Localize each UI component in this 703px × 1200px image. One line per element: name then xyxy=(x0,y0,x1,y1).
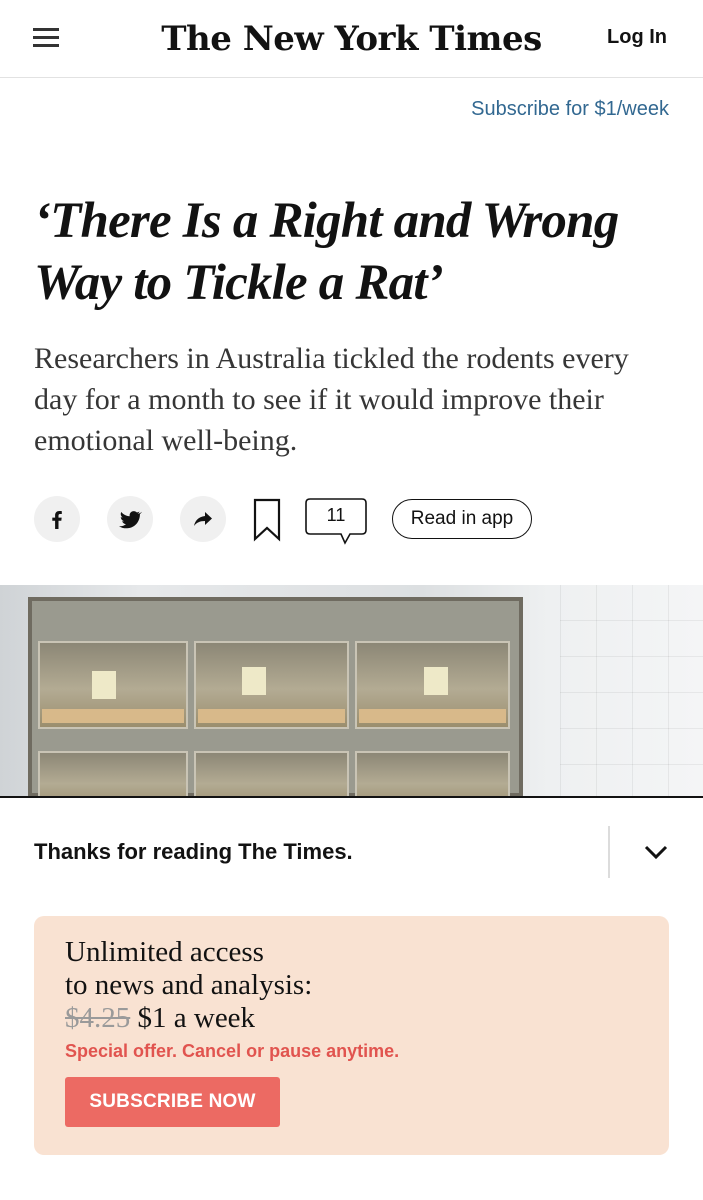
subscription-offer-card: Unlimited access to news and analysis: $… xyxy=(34,916,669,1155)
top-bar: The New York Times Log In xyxy=(0,0,703,78)
facebook-icon xyxy=(52,511,62,529)
twitter-icon xyxy=(119,511,142,529)
divider xyxy=(0,796,703,798)
nyt-logo[interactable]: The New York Times xyxy=(150,14,553,64)
article-headline: ‘There Is a Right and Wrong Way to Tickl… xyxy=(34,193,619,311)
facebook-share-button[interactable] xyxy=(34,496,80,542)
comments-button[interactable]: 11 xyxy=(305,498,367,548)
twitter-share-button[interactable] xyxy=(107,496,153,542)
divider xyxy=(608,826,610,878)
special-offer-text: Special offer. Cancel or pause anytime. xyxy=(65,1041,400,1061)
offer-headline-line1: Unlimited access xyxy=(65,936,264,968)
share-button[interactable] xyxy=(180,496,226,542)
subscribe-now-button[interactable]: SUBSCRIBE NOW xyxy=(65,1077,280,1127)
share-arrow-icon xyxy=(194,512,212,526)
article-photo xyxy=(0,585,703,797)
bookmark-icon[interactable] xyxy=(252,498,282,542)
subscribe-link[interactable]: Subscribe for $1/week xyxy=(471,96,669,122)
share-toolbar: 11 Read in app xyxy=(34,494,674,550)
offer-price: $4.25 $1 a week xyxy=(65,1002,255,1035)
login-button[interactable]: Log In xyxy=(607,24,667,50)
photo-rat-cages xyxy=(28,597,523,797)
hamburger-menu-icon[interactable] xyxy=(33,28,59,48)
new-price: $1 a week xyxy=(137,1002,256,1034)
offer-headline-line2: to news and analysis: xyxy=(65,969,313,1001)
read-in-app-button[interactable]: Read in app xyxy=(392,499,532,539)
chevron-down-icon[interactable] xyxy=(640,840,672,864)
comment-count: 11 xyxy=(326,505,346,525)
thanks-message: Thanks for reading The Times. xyxy=(34,839,353,864)
photo-wall-tiles xyxy=(560,585,703,797)
old-price: $4.25 xyxy=(65,1002,131,1034)
article-summary: Researchers in Australia tickled the rod… xyxy=(34,342,629,457)
